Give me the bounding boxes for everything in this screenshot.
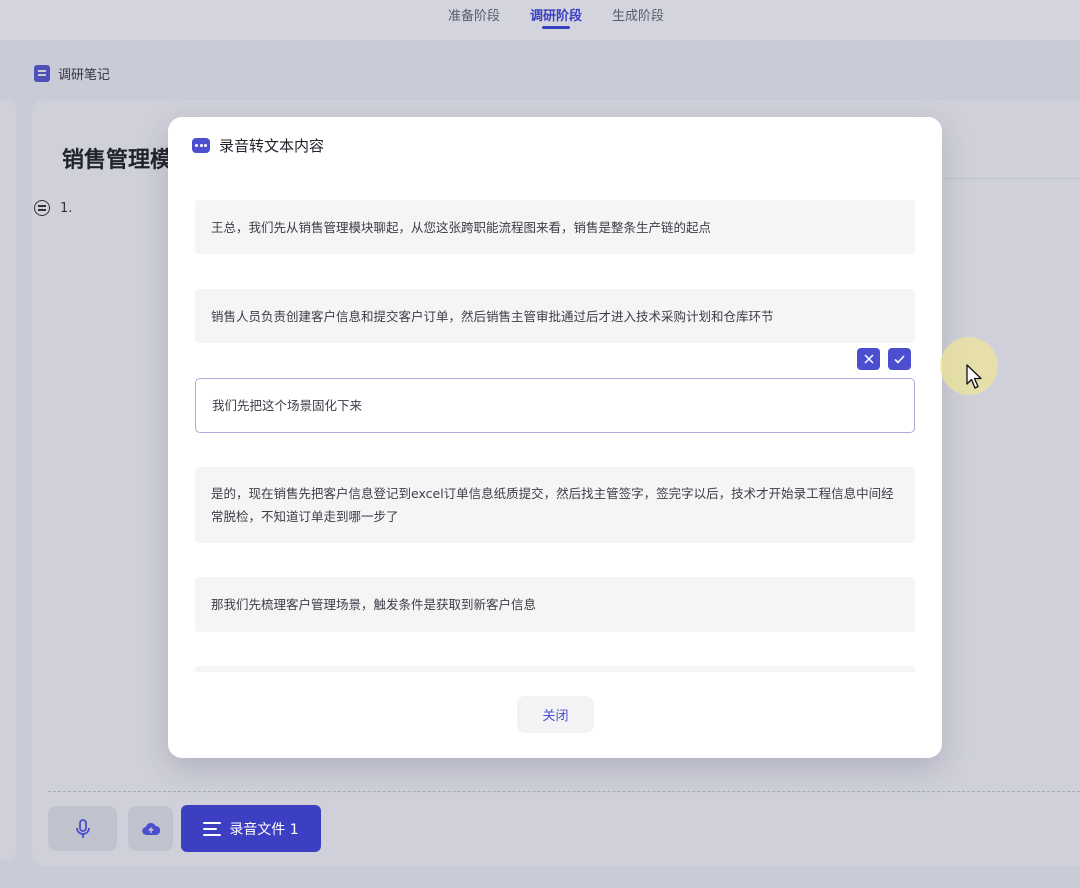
stage-tabs: 准备阶段 调研阶段 生成阶段 [0,0,1080,40]
transcript-entry[interactable]: 王总，我们先从销售管理模块聊起，从您这张跨职能流程图来看，销售是整条生产链的起点 [195,200,915,254]
check-icon [894,354,905,364]
modal-title: 录音转文本内容 [219,137,325,155]
cloud-upload-icon [141,822,160,835]
list-number: 1. [60,200,73,216]
transcript-modal: 录音转文本内容 王总，我们先从销售管理模块聊起，从您这张跨职能流程图来看，销售是… [168,117,942,758]
note-icon [34,65,50,82]
entry-edit-text: 我们先把这个场景固化下来 [212,398,363,413]
transcript-list: 王总，我们先从销售管理模块聊起，从您这张跨职能流程图来看，销售是整条生产链的起点… [195,200,915,672]
mouse-cursor-icon [966,364,982,389]
list-control: 1. [34,200,72,216]
chat-icon [192,138,210,153]
notes-title: 销售管理模 [62,148,173,173]
microphone-icon [75,818,90,838]
entry-text: 是的，现在销售先把客户信息登记到excel订单信息纸质提交，然后找主管签字，签完… [211,486,894,524]
tab-preparation[interactable]: 准备阶段 [448,0,500,35]
upload-button[interactable] [128,806,173,851]
close-icon [863,354,874,364]
transcript-entry[interactable]: 销售人员负责创建客户信息和提交客户订单，然后销售主管审批通过后才进入技术采购计划… [195,289,915,343]
list-style-icon[interactable] [34,200,50,216]
section-header: 调研笔记 [34,64,110,83]
record-button[interactable] [48,806,117,851]
transcript-entry[interactable]: 那我们先梳理客户管理场景，触发条件是获取到新客户信息 [195,577,915,632]
transcript-entry[interactable]: 是的，现在销售先把客户信息登记到excel订单信息纸质提交，然后找主管签字，签完… [195,467,915,543]
recording-file-label: 录音文件 1 [229,821,299,838]
transcript-entry[interactable] [195,666,915,672]
transcript-edit-field[interactable]: 我们先把这个场景固化下来 [195,378,915,433]
confirm-edit-button[interactable] [888,348,911,370]
entry-text: 王总，我们先从销售管理模块聊起，从您这张跨职能流程图来看，销售是整条生产链的起点 [211,219,712,235]
recording-file-button[interactable]: 录音文件 1 [181,805,321,852]
cancel-edit-button[interactable] [857,348,880,370]
entry-text: 销售人员负责创建客户信息和提交客户订单，然后销售主管审批通过后才进入技术采购计划… [211,308,774,324]
dashed-divider [48,791,1080,792]
left-panel [0,100,16,860]
menu-lines-icon [203,821,222,836]
tab-research[interactable]: 调研阶段 [530,0,582,35]
close-button[interactable]: 关闭 [517,696,594,733]
tab-generation[interactable]: 生成阶段 [612,0,664,35]
entry-text: 那我们先梳理客户管理场景，触发条件是获取到新客户信息 [211,597,537,612]
title-divider [944,178,1080,179]
section-title: 调研笔记 [58,68,111,83]
modal-header: 录音转文本内容 [192,135,324,156]
